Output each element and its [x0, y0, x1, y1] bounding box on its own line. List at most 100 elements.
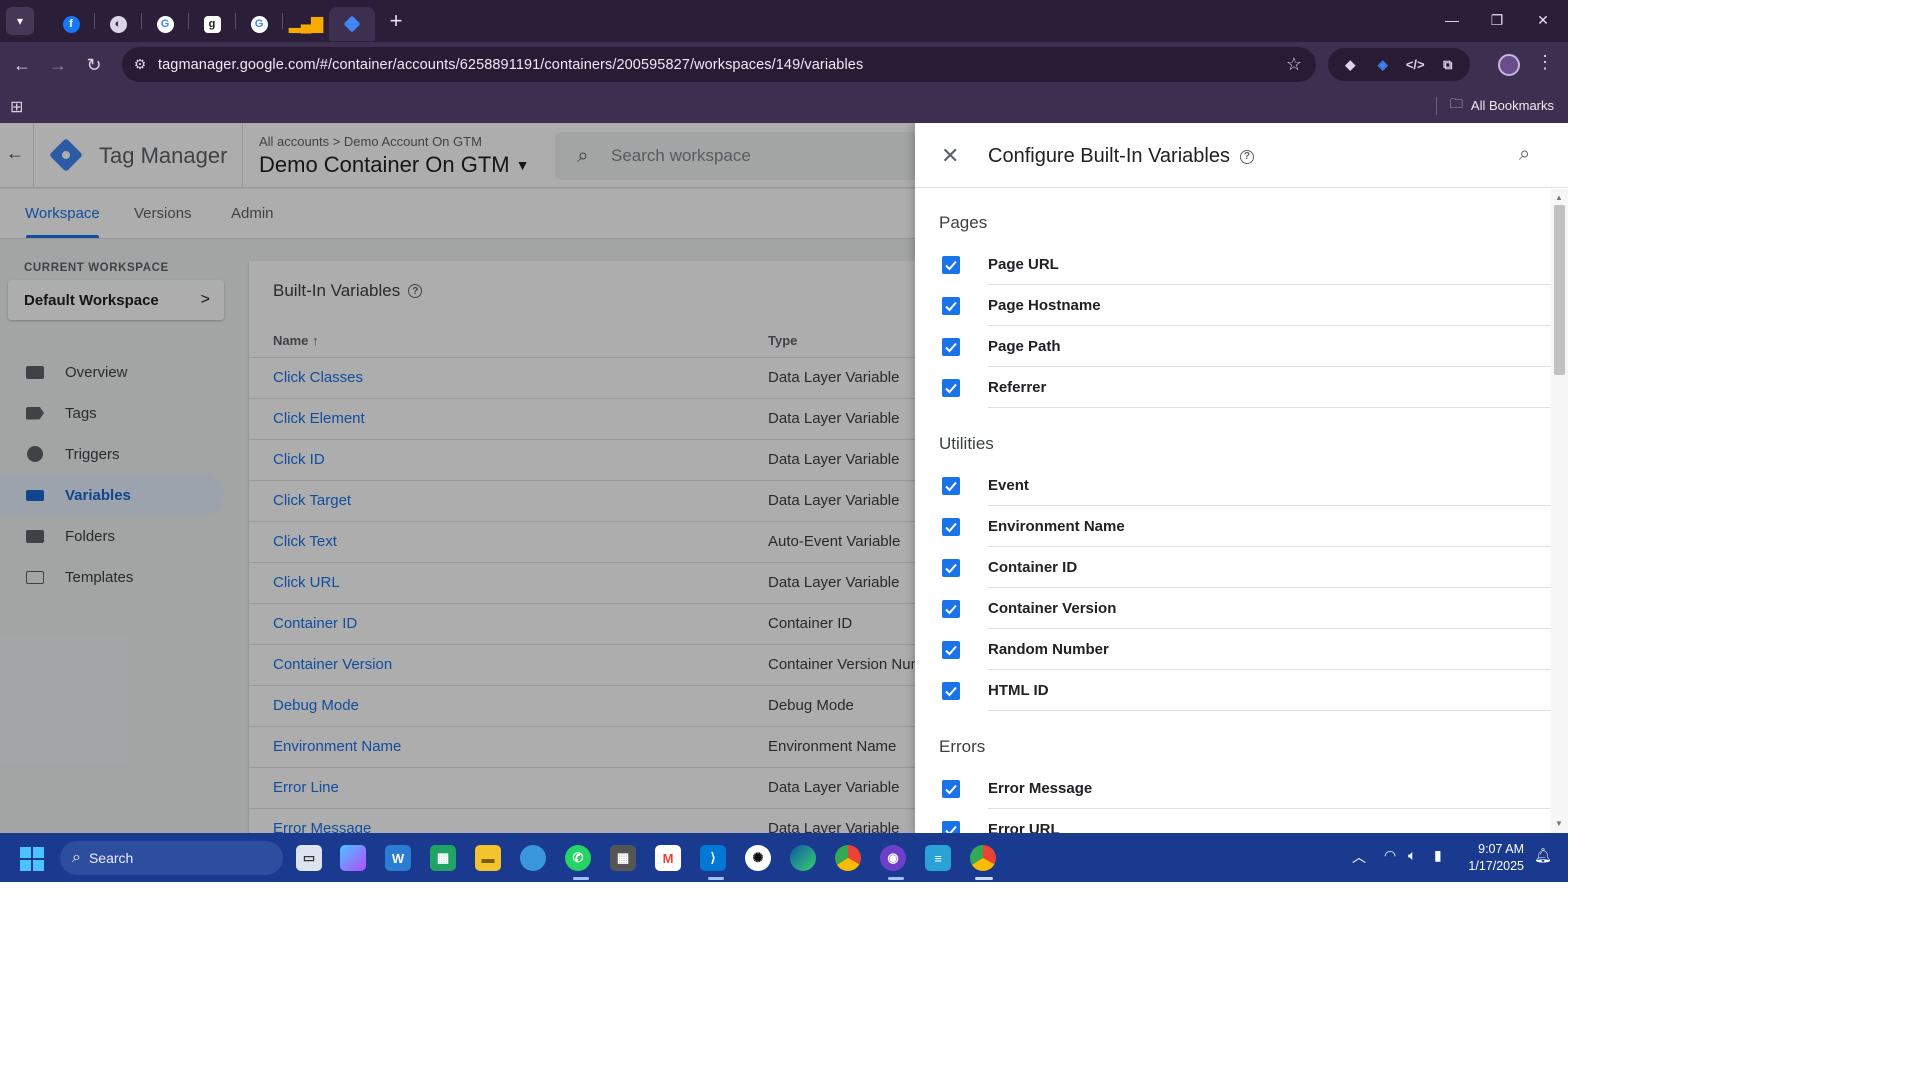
- address-bar[interactable]: ⚙ tagmanager.google.com/#/container/acco…: [122, 47, 1316, 82]
- sheets-icon[interactable]: ▦: [430, 845, 456, 871]
- built-in-variable-row[interactable]: Container Version: [915, 588, 1551, 629]
- calculator-icon[interactable]: ▦: [610, 845, 636, 871]
- scroll-down-arrow[interactable]: ▼: [1555, 819, 1563, 828]
- configure-built-in-variables-panel: ✕ Configure Built-In Variables? ⌕ Pages P…: [915, 123, 1568, 833]
- close-window-button[interactable]: ✕: [1520, 0, 1566, 40]
- panel-scrollbar[interactable]: ▲ ▼: [1551, 189, 1568, 833]
- row-divider: [988, 407, 1551, 408]
- tab-facebook[interactable]: f: [48, 7, 94, 41]
- file-explorer-icon[interactable]: ▬: [475, 845, 501, 871]
- forward-icon[interactable]: →: [40, 47, 76, 83]
- built-in-variable-row[interactable]: HTML ID: [915, 670, 1551, 711]
- tab-search-button[interactable]: ▾: [6, 7, 34, 35]
- tab-grammarly[interactable]: g: [189, 7, 235, 41]
- tag-assistant-icon[interactable]: ◈: [1373, 55, 1393, 75]
- running-indicator: [888, 877, 904, 880]
- checkbox-checked[interactable]: [942, 297, 960, 315]
- variable-label: Page Path: [988, 338, 1061, 355]
- notifications-icon[interactable]: 🔔︎: [1534, 847, 1552, 864]
- search-icon: ⌕: [72, 849, 81, 866]
- close-icon[interactable]: ✕: [941, 143, 959, 169]
- apps-grid-icon[interactable]: ⊞: [10, 97, 28, 116]
- built-in-variable-row[interactable]: Referrer: [915, 367, 1551, 408]
- section-heading: Errors: [939, 737, 986, 756]
- built-in-variable-row[interactable]: Random Number: [915, 629, 1551, 670]
- vscode-icon[interactable]: ⟩: [700, 845, 726, 871]
- tag-manager-icon: [343, 15, 361, 33]
- chrome-icon[interactable]: [835, 845, 861, 871]
- search-icon[interactable]: ⌕: [1519, 143, 1530, 166]
- built-in-variable-row[interactable]: Error URL: [915, 809, 1551, 833]
- reload-icon[interactable]: ↻: [76, 47, 112, 83]
- built-in-variable-row[interactable]: Page Hostname: [915, 285, 1551, 326]
- variable-label: HTML ID: [988, 682, 1049, 699]
- checkbox-checked[interactable]: [942, 600, 960, 618]
- variable-label: Error URL: [988, 821, 1060, 833]
- chrome-profile-icon[interactable]: [970, 845, 996, 871]
- built-in-variable-row[interactable]: Page Path: [915, 326, 1551, 367]
- all-bookmarks[interactable]: 🗀 All Bookmarks: [1450, 95, 1554, 117]
- menu-icon[interactable]: ⋮: [1536, 52, 1554, 73]
- checkbox-checked[interactable]: [942, 559, 960, 577]
- tab-analytics[interactable]: ▂▄▇: [283, 7, 329, 41]
- battery-icon[interactable]: ▮: [1434, 847, 1442, 864]
- clock-date: 1/17/2025: [1468, 859, 1524, 873]
- chatgpt-icon[interactable]: ✺: [745, 845, 771, 871]
- taskbar-search[interactable]: ⌕ Search: [60, 841, 283, 875]
- system-clock[interactable]: 9:07 AM 1/17/2025: [1462, 841, 1524, 875]
- tab-web[interactable]: ◐: [95, 7, 141, 41]
- tab-google-2[interactable]: G: [236, 7, 282, 41]
- variable-label: Event: [988, 477, 1029, 494]
- profile-avatar[interactable]: [1498, 54, 1520, 76]
- url-text[interactable]: tagmanager.google.com/#/container/accoun…: [158, 57, 863, 73]
- new-tab-button[interactable]: +: [381, 6, 411, 36]
- edge-icon[interactable]: [790, 845, 816, 871]
- github-icon[interactable]: ◉: [880, 845, 906, 871]
- show-hidden-icons[interactable]: ︿: [1352, 847, 1366, 867]
- tab-google[interactable]: G: [142, 7, 188, 41]
- bookmark-star-icon[interactable]: ☆: [1286, 54, 1302, 75]
- whatsapp-icon[interactable]: ✆: [565, 845, 591, 871]
- active-app-indicator: [975, 877, 993, 880]
- built-in-variable-row[interactable]: Page URL: [915, 244, 1551, 285]
- gmail-icon[interactable]: M: [655, 845, 681, 871]
- windows-start-icon[interactable]: [20, 847, 44, 871]
- checkbox-checked[interactable]: [942, 338, 960, 356]
- copilot-icon[interactable]: [340, 845, 366, 871]
- help-icon[interactable]: ?: [1239, 149, 1254, 164]
- windows-taskbar: ⌕ Search ▭ W ▦ ▬ ✆ ▦ M ⟩ ✺ ◉ ≡ ︿ ◠ 🔈︎ ▮ 9…: [0, 833, 1568, 882]
- checkbox-checked[interactable]: [942, 780, 960, 798]
- checkbox-checked[interactable]: [942, 256, 960, 274]
- code-extension-icon[interactable]: </>: [1405, 55, 1425, 75]
- built-in-variable-row[interactable]: Error Message: [915, 768, 1551, 809]
- minimize-button[interactable]: —: [1429, 0, 1475, 40]
- notepad-icon[interactable]: ≡: [925, 845, 951, 871]
- checkbox-checked[interactable]: [942, 477, 960, 495]
- extension-icon[interactable]: ◆: [1340, 55, 1360, 75]
- site-info-icon[interactable]: ⚙: [122, 56, 158, 73]
- back-icon[interactable]: ←: [4, 47, 40, 83]
- section-heading: Utilities: [939, 434, 994, 453]
- checkbox-checked[interactable]: [942, 518, 960, 536]
- built-in-variable-row[interactable]: Environment Name: [915, 506, 1551, 547]
- checkbox-checked[interactable]: [942, 379, 960, 397]
- variable-label: Container Version: [988, 600, 1117, 617]
- checkbox-checked[interactable]: [942, 682, 960, 700]
- modal-scrim[interactable]: [0, 123, 915, 833]
- checkbox-checked[interactable]: [942, 821, 960, 833]
- checkbox-checked[interactable]: [942, 641, 960, 659]
- scroll-up-arrow[interactable]: ▲: [1555, 193, 1563, 202]
- facebook-icon: f: [62, 15, 80, 33]
- built-in-variable-row[interactable]: Container ID: [915, 547, 1551, 588]
- google-icon: G: [156, 15, 174, 33]
- restore-button[interactable]: ❐: [1474, 0, 1520, 40]
- word-icon[interactable]: W: [385, 845, 411, 871]
- wifi-icon[interactable]: ◠: [1384, 847, 1396, 864]
- scrollbar-thumb[interactable]: [1554, 205, 1565, 375]
- built-in-variable-row[interactable]: Event: [915, 465, 1551, 506]
- task-view-icon[interactable]: ▭: [296, 845, 322, 871]
- globe-app-icon[interactable]: [520, 845, 546, 871]
- volume-icon[interactable]: 🔈︎: [1408, 847, 1416, 864]
- tab-tag-manager[interactable]: [329, 7, 375, 41]
- puzzle-icon[interactable]: ⧉: [1438, 55, 1458, 75]
